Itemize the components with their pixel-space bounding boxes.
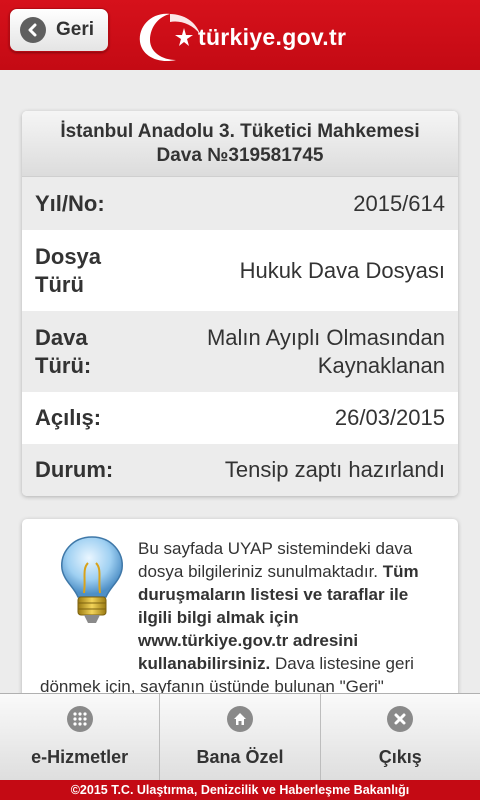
detail-value: 2015/614 bbox=[353, 190, 445, 216]
case-number: Dava №319581745 bbox=[156, 145, 324, 166]
nav-bana-ozel[interactable]: Bana Özel bbox=[160, 694, 321, 780]
detail-label: Açılış: bbox=[35, 405, 102, 430]
nav-label: Bana Özel bbox=[196, 747, 284, 767]
app-header: Geri türkiye.gov.tr bbox=[0, 0, 480, 70]
nav-e-hizmetler[interactable]: e-Hizmetler bbox=[0, 694, 161, 780]
detail-row-opening-date: Açılış: 26/03/2015 bbox=[22, 392, 458, 444]
back-button-label: Geri bbox=[56, 19, 95, 40]
info-card: Bu sayfada UYAP sistemindeki dava dosya … bbox=[22, 519, 458, 719]
detail-label: Yıl/No: bbox=[35, 190, 105, 216]
detail-row-status: Durum: Tensip zaptı hazırlandı bbox=[22, 444, 458, 496]
detail-value: 26/03/2015 bbox=[334, 405, 445, 430]
turkiye-gov-logo: türkiye.gov.tr bbox=[136, 8, 356, 64]
back-button[interactable]: Geri bbox=[9, 8, 109, 52]
logo-text: türkiye.gov.tr bbox=[198, 24, 347, 50]
detail-label: Dosya Türü bbox=[35, 243, 102, 297]
detail-label: Dava Türü: bbox=[35, 324, 92, 378]
case-title: İstanbul Anadolu 3. Tüketici Mahkemesi D… bbox=[22, 111, 458, 177]
close-icon bbox=[387, 706, 414, 732]
detail-row-case-type: Dava Türü: Malın Ayıplı Olmasından Kayna… bbox=[22, 311, 458, 392]
nav-label: Çıkış bbox=[378, 747, 422, 767]
info-text: Bu sayfada UYAP sistemindeki dava dosya … bbox=[40, 539, 419, 696]
copyright-footer: ©2015 T.C. Ulaştırma, Denizcilik ve Habe… bbox=[0, 780, 480, 800]
detail-row-year-no: Yıl/No: 2015/614 bbox=[22, 177, 458, 230]
crescent-star-icon bbox=[139, 13, 200, 62]
home-icon bbox=[226, 706, 253, 732]
case-details-card: İstanbul Anadolu 3. Tüketici Mahkemesi D… bbox=[22, 111, 458, 496]
detail-value: Tensip zaptı hazırlandı bbox=[224, 457, 445, 482]
nav-label: e-Hizmetler bbox=[31, 747, 129, 767]
bottom-nav: e-Hizmetler Bana Özel Çıkış bbox=[0, 693, 480, 780]
detail-value: Hukuk Dava Dosyası bbox=[239, 257, 445, 283]
back-arrow-icon bbox=[20, 17, 46, 43]
detail-label: Durum: bbox=[35, 457, 114, 482]
grid-icon bbox=[66, 706, 93, 732]
detail-value: Malın Ayıplı Olmasından Kaynaklanan bbox=[206, 324, 445, 378]
detail-row-file-type: Dosya Türü Hukuk Dava Dosyası bbox=[22, 230, 458, 311]
court-name: İstanbul Anadolu 3. Tüketici Mahkemesi bbox=[60, 121, 420, 142]
nav-cikis[interactable]: Çıkış bbox=[321, 694, 480, 780]
